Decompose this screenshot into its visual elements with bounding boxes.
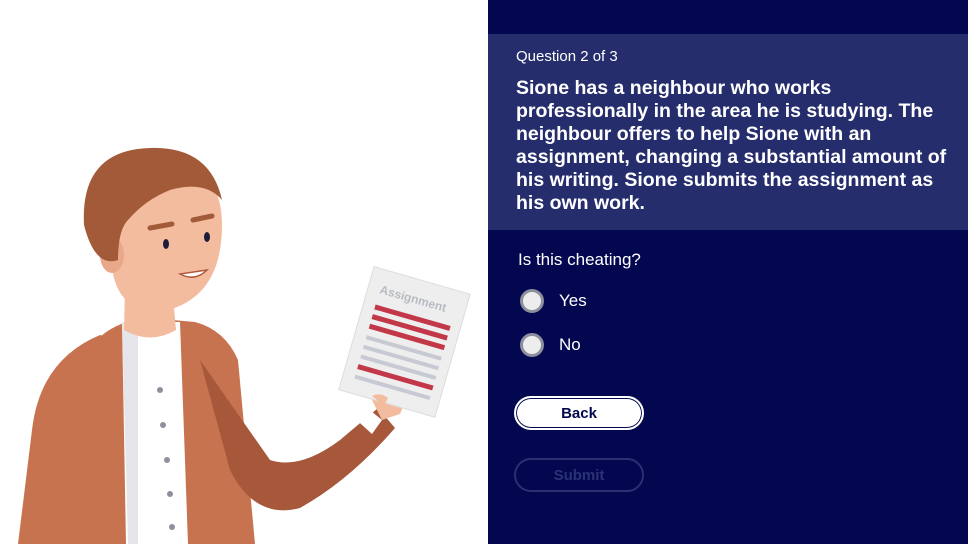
question-prompt: Is this cheating? <box>518 250 641 269</box>
question-counter: Question 2 of 3 <box>516 48 618 65</box>
option-yes-label[interactable]: Yes <box>559 291 587 311</box>
student-illustration: Assignment <box>18 147 471 544</box>
option-no[interactable]: No <box>520 333 581 357</box>
question-text: Sione has a neighbour who works professi… <box>516 77 947 214</box>
radio-yes[interactable] <box>520 289 544 313</box>
radio-no[interactable] <box>520 333 544 357</box>
option-yes[interactable]: Yes <box>520 289 587 313</box>
question-card: Question 2 of 3 Sione has a neighbour wh… <box>488 34 968 230</box>
option-no-label[interactable]: No <box>559 335 581 355</box>
quiz-panel: Question 2 of 3 Sione has a neighbour wh… <box>488 0 968 544</box>
submit-button[interactable]: Submit <box>514 458 644 492</box>
illustration: Assignment <box>0 0 488 544</box>
back-button[interactable]: Back <box>514 396 644 430</box>
